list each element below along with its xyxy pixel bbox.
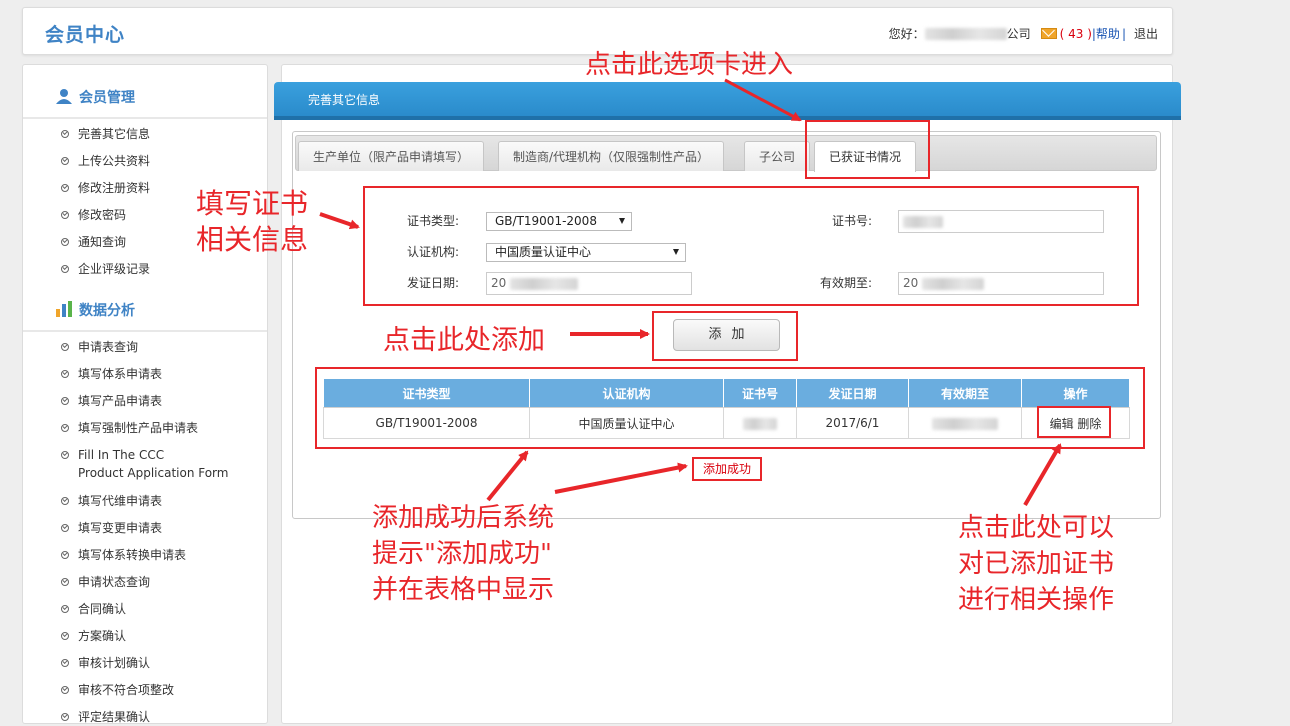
sidebar-item-rating[interactable]: 企业评级记录	[61, 260, 150, 278]
sidebar-item-compulsory-application[interactable]: 填写强制性产品申请表	[61, 419, 198, 437]
highlight-form	[363, 186, 1139, 306]
check-circle-icon	[61, 184, 69, 192]
sidebar-item-result-confirm[interactable]: 评定结果确认	[61, 708, 150, 726]
check-circle-icon	[61, 265, 69, 273]
sidebar-item-status-query[interactable]: 申请状态查询	[61, 573, 150, 591]
panel-ribbon	[274, 82, 1181, 120]
check-circle-icon	[61, 632, 69, 640]
mail-count[interactable]: ( 43 )	[1060, 27, 1092, 41]
highlight-operations	[1037, 406, 1111, 438]
company-suffix: 公司	[1006, 27, 1031, 41]
sidebar-item-change-application[interactable]: 填写变更申请表	[61, 519, 162, 537]
separator: |	[1121, 26, 1126, 41]
highlight-table	[315, 367, 1145, 449]
annotation-add-hint: 点击此处添加	[383, 325, 545, 356]
annotation-success-hint: 添加成功后系统 提示"添加成功" 并在表格中显示	[372, 503, 555, 605]
help-link[interactable]: 帮助	[1096, 25, 1120, 42]
check-circle-icon	[61, 451, 69, 459]
check-circle-icon	[61, 397, 69, 405]
sidebar-item-ccc-form[interactable]: Fill In The CCC Product Application Form	[61, 446, 228, 482]
sidebar-item-plan-confirm[interactable]: 方案确认	[61, 627, 126, 645]
greeting-text: 您好：	[888, 27, 925, 41]
sidebar-item-nonconformity[interactable]: 审核不符合项整改	[61, 681, 174, 699]
sidebar-section-title: 数据分析	[79, 303, 135, 319]
check-circle-icon	[61, 343, 69, 351]
mail-icon[interactable]	[1040, 28, 1057, 39]
sidebar-item-upload[interactable]: 上传公共资料	[61, 152, 150, 170]
sidebar-section-member: 会员管理	[23, 75, 267, 119]
sidebar-item-change-password[interactable]: 修改密码	[61, 206, 126, 224]
site-logo[interactable]: 会员中心	[45, 20, 125, 47]
check-circle-icon	[61, 238, 69, 246]
check-circle-icon	[61, 659, 69, 667]
username-redacted	[924, 27, 1007, 40]
check-circle-icon	[61, 157, 69, 165]
annotation-fill-hint: 填写证书 相关信息	[196, 187, 309, 256]
annotation-operations-hint: 点击此处可以 对已添加证书 进行相关操作	[958, 513, 1115, 615]
sidebar-item-application-query[interactable]: 申请表查询	[61, 338, 138, 356]
check-circle-icon	[61, 605, 69, 613]
sidebar-item-maintenance-application[interactable]: 填写代维申请表	[61, 492, 162, 510]
check-circle-icon	[61, 211, 69, 219]
tab-production-unit[interactable]: 生产单位（限产品申请填写）	[298, 141, 485, 171]
sidebar-item-product-application[interactable]: 填写产品申请表	[61, 392, 162, 410]
check-circle-icon	[61, 424, 69, 432]
check-circle-icon	[61, 497, 69, 505]
sidebar: 会员管理 完善其它信息 上传公共资料 修改注册资料 修改密码 通知查询 企业评级…	[22, 64, 268, 724]
check-circle-icon	[61, 130, 69, 138]
sidebar-section-title: 会员管理	[79, 90, 135, 106]
sidebar-item-edit-registration[interactable]: 修改注册资料	[61, 179, 150, 197]
user-icon	[56, 89, 72, 104]
highlight-tab	[805, 120, 930, 179]
check-circle-icon	[61, 551, 69, 559]
tab-subsidiary[interactable]: 子公司	[744, 141, 811, 171]
panel-title: 完善其它信息	[308, 93, 381, 107]
logout-link[interactable]: 退出	[1134, 25, 1158, 42]
check-circle-icon	[61, 686, 69, 694]
sidebar-item-contract-confirm[interactable]: 合同确认	[61, 600, 126, 618]
sidebar-item-audit-plan-confirm[interactable]: 审核计划确认	[61, 654, 150, 672]
tab-manufacturer-agent[interactable]: 制造商/代理机构（仅限强制性产品）	[498, 141, 725, 171]
sidebar-item-system-application[interactable]: 填写体系申请表	[61, 365, 162, 383]
check-circle-icon	[61, 524, 69, 532]
sidebar-item-complete-info[interactable]: 完善其它信息	[61, 125, 150, 143]
bar-chart-icon	[56, 301, 72, 317]
sidebar-item-notices[interactable]: 通知查询	[61, 233, 126, 251]
annotation-tab-hint: 点击此选项卡进入	[585, 50, 794, 80]
header-user-area: 您好： 公司 ( 43 ) | 帮助 | 退出	[889, 25, 1158, 42]
sidebar-item-transfer-application[interactable]: 填写体系转换申请表	[61, 546, 186, 564]
success-toast: 添加成功	[692, 457, 762, 481]
sidebar-section-analysis: 数据分析	[23, 288, 267, 332]
check-circle-icon	[61, 370, 69, 378]
check-circle-icon	[61, 578, 69, 586]
highlight-add-button	[652, 311, 798, 361]
check-circle-icon	[61, 713, 69, 721]
